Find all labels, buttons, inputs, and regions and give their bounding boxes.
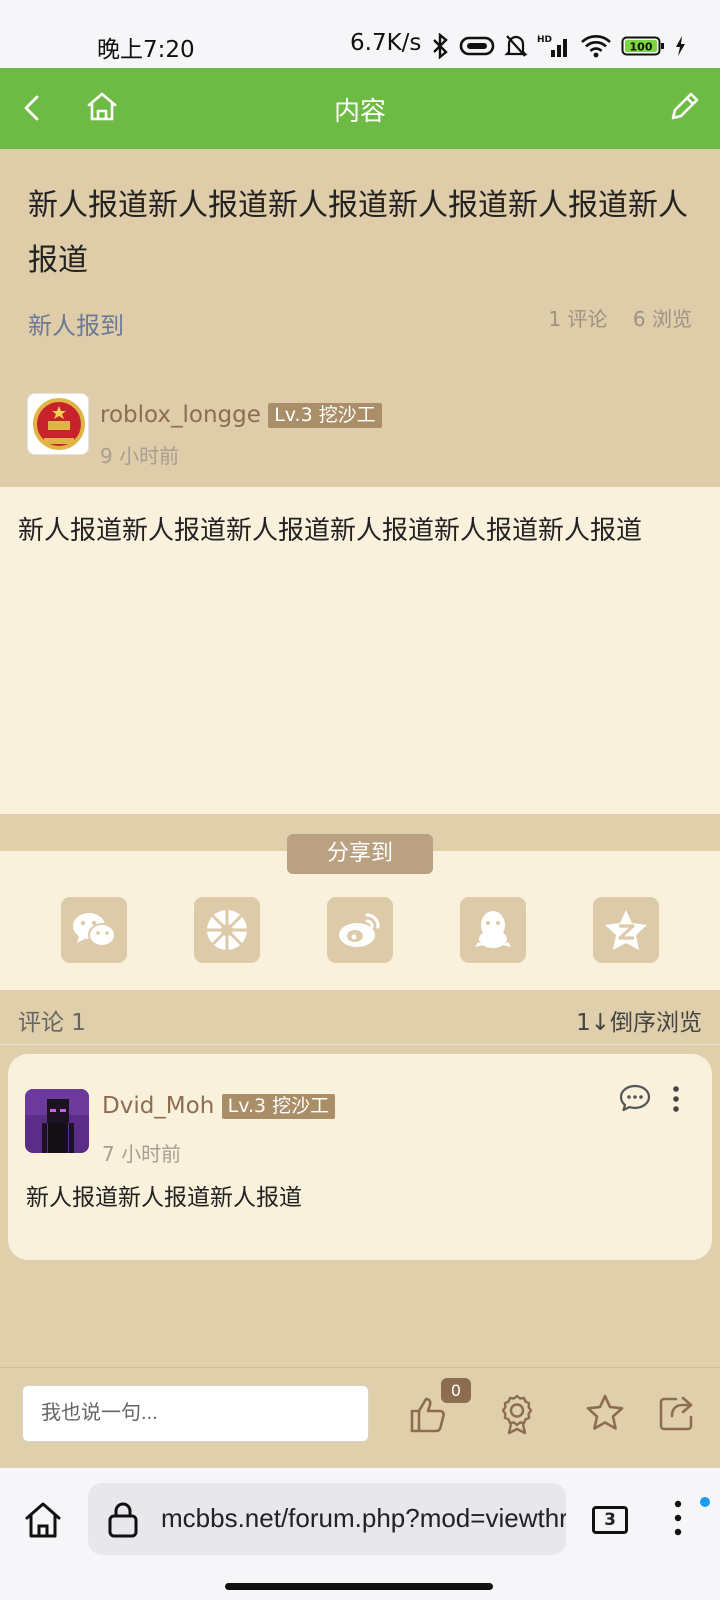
pencil-icon <box>671 92 699 120</box>
author-avatar[interactable] <box>27 393 89 455</box>
comment-text: 新人报道新人报道新人报道 <box>26 1185 302 1211</box>
url-text: mcbbs.net/forum.php?mod=viewthread <box>161 1503 566 1533</box>
charging-icon <box>676 36 685 56</box>
post-content: 新人报道新人报道新人报道新人报道新人报道新人报道 <box>18 516 643 546</box>
home-outline-icon <box>25 1502 61 1538</box>
edit-button[interactable] <box>667 88 707 128</box>
comment-time: 7 小时前 <box>102 1142 182 1166</box>
commenter-name[interactable]: Dvid_Moh <box>102 1093 214 1119</box>
chat-bubble-icon <box>619 1084 651 1112</box>
emblem-avatar-icon <box>33 398 85 450</box>
author-name[interactable]: roblox_longge <box>100 402 261 428</box>
bluetooth-icon <box>433 33 448 59</box>
status-time: 晚上7:20 <box>97 37 195 63</box>
notification-dot <box>700 1497 710 1507</box>
tabs-button[interactable]: 3 <box>592 1506 628 1534</box>
share-weibo-button[interactable] <box>327 897 393 963</box>
address-bar[interactable]: mcbbs.net/forum.php?mod=viewthread <box>88 1483 566 1555</box>
moments-icon <box>207 910 247 950</box>
post-time: 9 小时前 <box>100 444 180 468</box>
weibo-icon <box>339 913 380 947</box>
page-title: 内容 <box>333 97 386 127</box>
share-moments-button[interactable] <box>194 897 260 963</box>
share-out-icon <box>659 1396 693 1431</box>
hd-signal-icon: HD <box>537 35 567 57</box>
commenter-level-badge: Lv.3 挖沙工 <box>221 1094 336 1119</box>
status-icons: HD 100 <box>430 31 686 61</box>
svg-text:HD: HD <box>537 35 552 45</box>
wifi-icon <box>581 35 611 58</box>
share-wechat-button[interactable] <box>61 897 127 963</box>
view-count: 6 浏览 <box>632 307 692 331</box>
share-label: 分享到 <box>287 834 433 874</box>
more-vertical-icon <box>673 1086 679 1112</box>
qzone-icon <box>605 910 647 950</box>
commenter-avatar[interactable] <box>25 1089 89 1153</box>
post-author[interactable]: roblox_longge Lv.3 挖沙工 <box>100 402 382 428</box>
post-title: 新人报道新人报道新人报道新人报道新人报道新人报道 <box>28 188 688 278</box>
more-vertical-icon <box>674 1500 682 1536</box>
lock-icon <box>108 1502 138 1538</box>
comment-more-button[interactable] <box>666 1084 686 1114</box>
browser-home-button[interactable] <box>22 1499 64 1541</box>
comments-count: 评论 1 <box>18 1010 86 1036</box>
enderman-avatar-icon <box>25 1089 89 1153</box>
share-qzone-button[interactable] <box>593 897 659 963</box>
star-icon <box>586 1394 624 1430</box>
post-category-link[interactable]: 新人报到 <box>28 306 124 341</box>
level-badge: Lv.3 挖沙工 <box>268 403 382 428</box>
reply-input[interactable]: 我也说一句... <box>22 1385 369 1442</box>
share-qq-button[interactable] <box>460 897 526 963</box>
reply-comment-button[interactable] <box>618 1083 654 1115</box>
share-button[interactable] <box>656 1393 696 1433</box>
like-count-badge: 0 <box>441 1378 471 1403</box>
battery-icon: 100 <box>621 36 664 56</box>
comment-author[interactable]: Dvid_Moh Lv.3 挖沙工 <box>102 1093 336 1119</box>
network-speed: 6.7K/s <box>350 30 422 56</box>
post-stats: 1 评论 6 浏览 <box>548 303 692 332</box>
bell-off-icon <box>504 35 528 57</box>
favorite-button[interactable] <box>585 1393 625 1433</box>
qq-icon <box>475 911 511 948</box>
vibrate-icon <box>459 36 495 56</box>
svg-text:100: 100 <box>630 41 653 54</box>
award-ribbon-icon <box>501 1394 533 1435</box>
sort-order-toggle[interactable]: 1↓倒序浏览 <box>576 1003 702 1037</box>
comment-count: 1 评论 <box>548 307 608 331</box>
browser-menu-button[interactable] <box>668 1496 688 1542</box>
reward-button[interactable] <box>498 1393 536 1435</box>
wechat-icon <box>73 913 116 947</box>
gesture-bar <box>225 1583 493 1590</box>
